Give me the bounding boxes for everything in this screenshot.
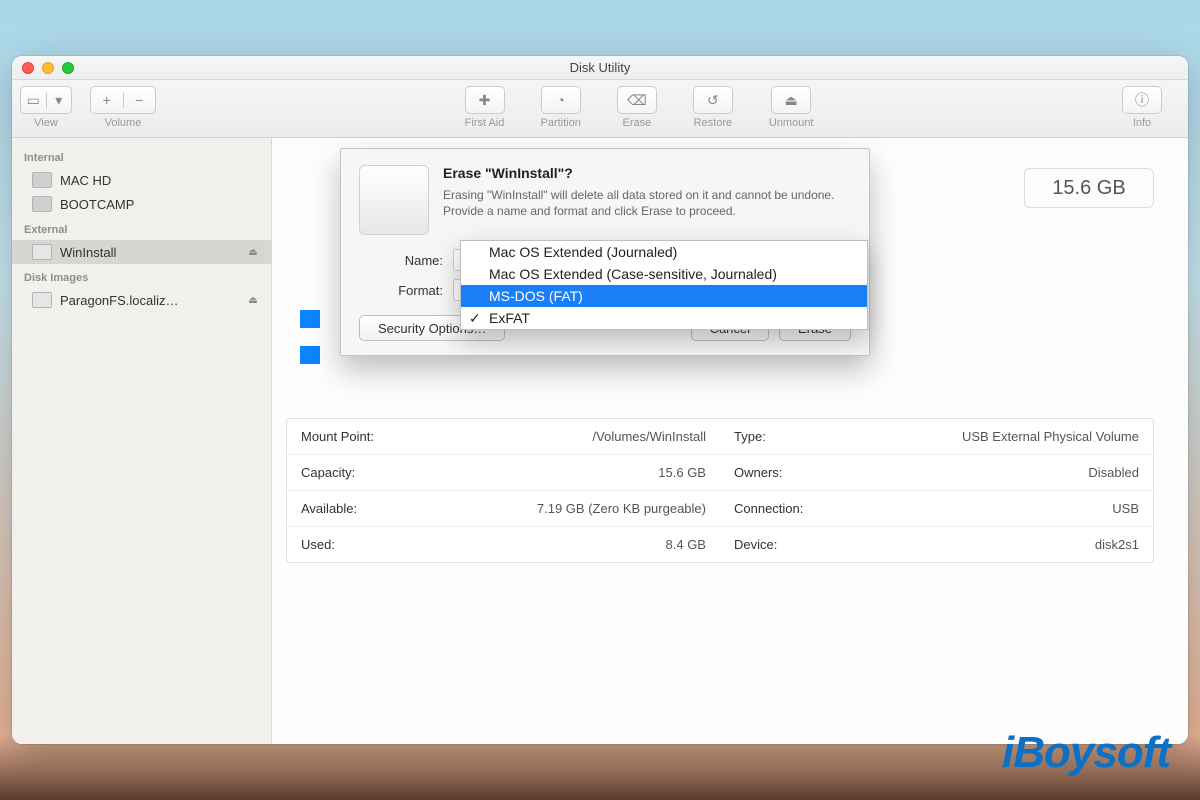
info-key: Available: bbox=[287, 491, 478, 527]
dialog-description: Erasing "WinInstall" will delete all dat… bbox=[443, 187, 851, 219]
sidebar-item-machd[interactable]: MAC HD bbox=[12, 168, 271, 192]
partition-strip bbox=[300, 310, 320, 328]
partition-button[interactable]: ◔ bbox=[541, 86, 581, 114]
volume-size: 15.6 GB bbox=[1024, 168, 1154, 208]
sidebar-item-wininstall[interactable]: WinInstall ⏏ bbox=[12, 240, 271, 264]
format-dropdown: Mac OS Extended (Journaled) Mac OS Exten… bbox=[460, 240, 868, 330]
toolbar-label: View bbox=[34, 117, 58, 129]
info-key: Owners: bbox=[720, 455, 911, 491]
info-value: /Volumes/WinInstall bbox=[478, 419, 720, 455]
window-title: Disk Utility bbox=[12, 60, 1188, 75]
toolbar-label: First Aid bbox=[465, 117, 505, 129]
partition-icon: ◔ bbox=[556, 92, 564, 108]
eject-icon[interactable]: ⏏ bbox=[247, 294, 259, 306]
unmount-icon: ⏏ bbox=[785, 92, 798, 109]
restore-button[interactable]: ↺ bbox=[693, 86, 733, 114]
view-button[interactable]: ▭▾ bbox=[20, 86, 72, 114]
info-value: 15.6 GB bbox=[478, 455, 720, 491]
erase-button[interactable]: ⌫ bbox=[617, 86, 657, 114]
info-value: disk2s1 bbox=[911, 527, 1154, 563]
toolbar-label: Volume bbox=[105, 117, 142, 129]
erase-icon: ⌫ bbox=[627, 92, 647, 109]
first-aid-icon: ✚ bbox=[479, 92, 491, 109]
disk-image-icon bbox=[32, 292, 52, 308]
partition-strip bbox=[300, 346, 320, 364]
sidebar-head-diskimages: Disk Images bbox=[12, 264, 271, 288]
disk-icon bbox=[32, 196, 52, 212]
info-value: 7.19 GB (Zero KB purgeable) bbox=[478, 491, 720, 527]
info-value: USB bbox=[911, 491, 1154, 527]
toolbar-label: Partition bbox=[541, 117, 581, 129]
minus-icon: − bbox=[124, 92, 156, 108]
info-key: Device: bbox=[720, 527, 911, 563]
volume-info-table: Mount Point:/Volumes/WinInstallType:USB … bbox=[286, 418, 1154, 563]
dialog-title: Erase "WinInstall"? bbox=[443, 165, 851, 181]
eject-icon[interactable]: ⏏ bbox=[247, 246, 259, 258]
info-key: Capacity: bbox=[287, 455, 478, 491]
format-option-exfat[interactable]: ✓ ExFAT bbox=[461, 307, 867, 329]
drive-icon bbox=[359, 165, 429, 235]
info-key: Connection: bbox=[720, 491, 911, 527]
plus-icon: + bbox=[91, 92, 124, 108]
check-icon: ✓ bbox=[469, 310, 481, 327]
option-label: ExFAT bbox=[489, 310, 530, 326]
info-key: Mount Point: bbox=[287, 419, 478, 455]
toolbar-label: Info bbox=[1133, 117, 1151, 129]
sidebar-item-bootcamp[interactable]: BOOTCAMP bbox=[12, 192, 271, 216]
unmount-button[interactable]: ⏏ bbox=[771, 86, 811, 114]
info-button[interactable]: ⓘ bbox=[1122, 86, 1162, 114]
toolbar-label: Erase bbox=[622, 117, 651, 129]
sidebar-head-external: External bbox=[12, 216, 271, 240]
format-label: Format: bbox=[359, 283, 453, 298]
sidebar-item-label: ParagonFS.localiz… bbox=[60, 293, 179, 308]
info-icon: ⓘ bbox=[1135, 90, 1149, 110]
format-option-macos-case-journaled[interactable]: Mac OS Extended (Case-sensitive, Journal… bbox=[461, 263, 867, 285]
sidebar: Internal MAC HD BOOTCAMP External WinIns… bbox=[12, 138, 272, 744]
titlebar: Disk Utility bbox=[12, 56, 1188, 80]
name-label: Name: bbox=[359, 253, 453, 268]
watermark-logo: iBoysoft bbox=[1002, 728, 1170, 778]
sidebar-item-label: BOOTCAMP bbox=[60, 197, 134, 212]
first-aid-button[interactable]: ✚ bbox=[465, 86, 505, 114]
volume-button[interactable]: +− bbox=[90, 86, 156, 114]
info-key: Used: bbox=[287, 527, 478, 563]
sidebar-item-paragonfs[interactable]: ParagonFS.localiz… ⏏ bbox=[12, 288, 271, 312]
info-key: Type: bbox=[720, 419, 911, 455]
sidebar-layout-icon: ▭ bbox=[21, 92, 47, 109]
format-option-msdos-fat[interactable]: MS-DOS (FAT) bbox=[461, 285, 867, 307]
sidebar-head-internal: Internal bbox=[12, 144, 271, 168]
restore-icon: ↺ bbox=[707, 92, 719, 109]
sidebar-item-label: MAC HD bbox=[60, 173, 111, 188]
format-option-macos-journaled[interactable]: Mac OS Extended (Journaled) bbox=[461, 241, 867, 263]
external-disk-icon bbox=[32, 244, 52, 260]
disk-icon bbox=[32, 172, 52, 188]
toolbar-label: Unmount bbox=[769, 117, 814, 129]
toolbar: ▭▾ View +− Volume ✚First Aid ◔Partition … bbox=[12, 80, 1188, 138]
info-value: 8.4 GB bbox=[478, 527, 720, 563]
toolbar-label: Restore bbox=[694, 117, 733, 129]
sidebar-item-label: WinInstall bbox=[60, 245, 116, 260]
info-value: USB External Physical Volume bbox=[911, 419, 1154, 455]
info-value: Disabled bbox=[911, 455, 1154, 491]
chevron-down-icon: ▾ bbox=[47, 92, 72, 109]
